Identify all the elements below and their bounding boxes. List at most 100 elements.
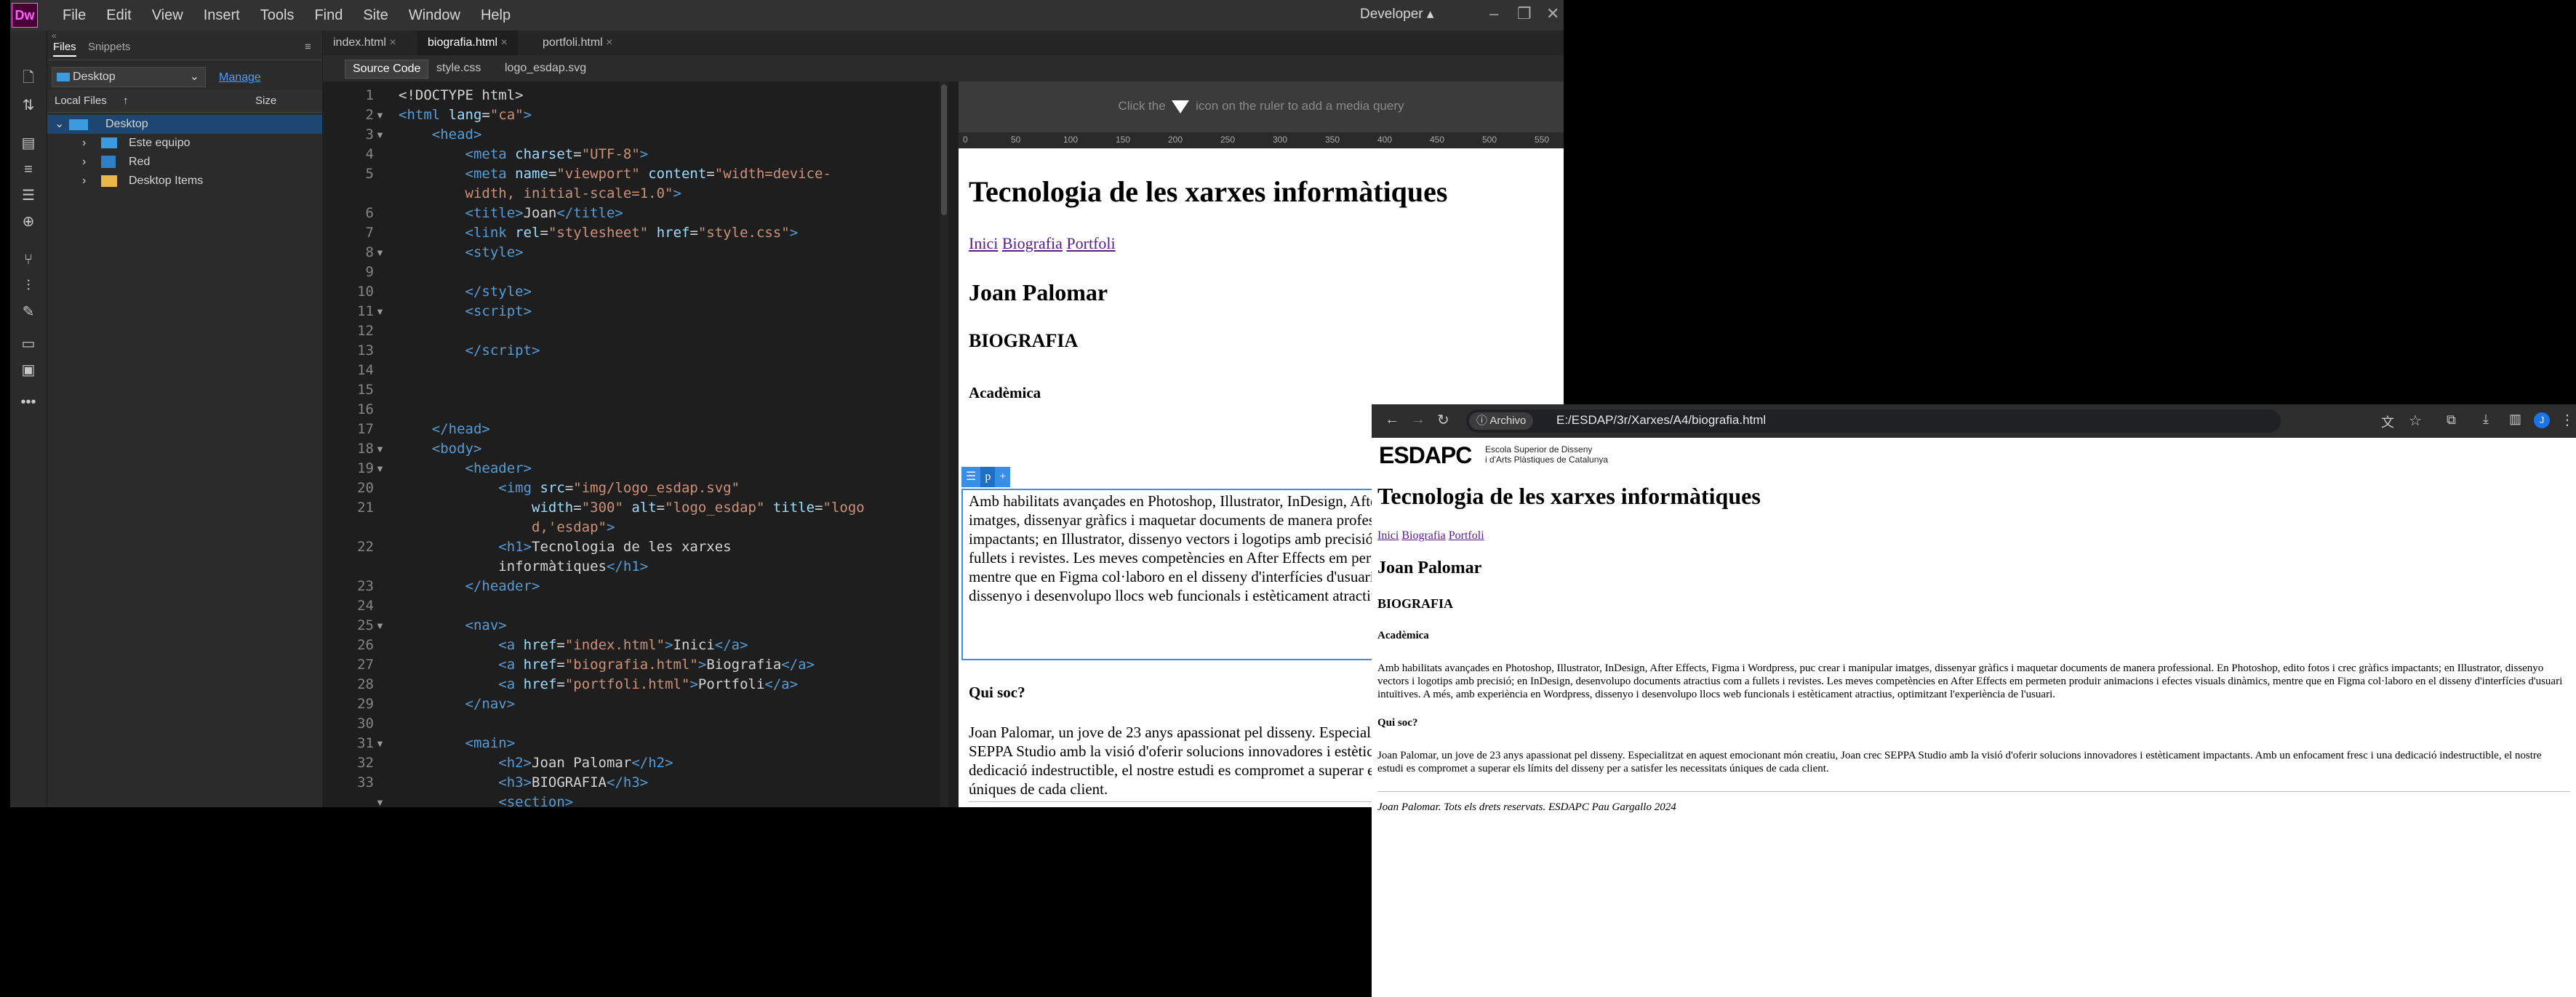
- tab-snippets[interactable]: Snippets: [88, 41, 130, 53]
- nav-link-inici[interactable]: Inici: [1377, 529, 1399, 542]
- fold-arrow-icon[interactable]: ▼: [375, 243, 388, 263]
- close-icon[interactable]: ✕: [1546, 4, 1559, 23]
- fold-arrow-icon[interactable]: ▼: [375, 734, 388, 753]
- hamburger-icon[interactable]: ☰: [961, 467, 981, 487]
- translate-icon[interactable]: 文: [2381, 412, 2394, 431]
- fold-arrow-icon[interactable]: ▼: [375, 302, 388, 321]
- download-icon[interactable]: ⤓: [2483, 412, 2489, 427]
- scrollbar-thumb[interactable]: [941, 84, 947, 215]
- fold-arrow-icon[interactable]: [375, 498, 388, 518]
- menu-site[interactable]: Site: [353, 7, 398, 24]
- code-collapse-icon[interactable]: ≡: [18, 161, 39, 177]
- close-tab-icon[interactable]: ×: [389, 36, 396, 49]
- expand-icon[interactable]: ›: [82, 153, 86, 172]
- more-menu-icon[interactable]: ⋮: [2560, 411, 2575, 429]
- size-header[interactable]: Size: [255, 90, 276, 112]
- url-text[interactable]: E:/ESDAP/3r/Xarxes/A4/biografia.html: [1556, 413, 1766, 428]
- nav-link-portfoli[interactable]: Portfoli: [1449, 529, 1484, 542]
- fold-arrow-icon[interactable]: [375, 537, 388, 557]
- tab-biografia-html[interactable]: biografia.html ×: [417, 31, 518, 55]
- fold-arrow-icon[interactable]: [375, 577, 388, 596]
- fold-arrow-icon[interactable]: ▼: [375, 616, 388, 636]
- sidebar-icon[interactable]: ▥: [2509, 412, 2521, 427]
- fold-arrow-icon[interactable]: [375, 361, 388, 380]
- fold-arrow-icon[interactable]: [375, 714, 388, 734]
- menu-edit[interactable]: Edit: [96, 7, 141, 24]
- menu-tools[interactable]: Tools: [250, 7, 305, 24]
- expand-icon[interactable]: ›: [82, 172, 86, 191]
- nav-link-biografia[interactable]: Biografia: [1002, 234, 1063, 252]
- fold-arrow-icon[interactable]: [375, 636, 388, 655]
- fold-arrow-icon[interactable]: [375, 773, 388, 793]
- fold-arrow-icon[interactable]: [375, 655, 388, 675]
- code-scrollbar[interactable]: [940, 81, 948, 807]
- tree-item-red[interactable]: › Red: [47, 153, 322, 172]
- target-icon[interactable]: ⊕: [18, 214, 39, 230]
- code-editor[interactable]: 1 2 3 4 5 6 7 8 9 10 11 12 13 14 15 16 17 18 19 20 21 22 23 24 2…: [323, 81, 948, 807]
- tab-files[interactable]: Files: [53, 41, 76, 57]
- fold-arrow-icon[interactable]: ▼: [375, 793, 388, 807]
- minimize-icon[interactable]: –: [1489, 4, 1498, 23]
- fold-arrow-icon[interactable]: [375, 223, 388, 243]
- menu-view[interactable]: View: [142, 7, 193, 24]
- fold-arrow-icon[interactable]: [375, 479, 388, 498]
- nav-link-biografia[interactable]: Biografia: [1401, 529, 1445, 542]
- extensions-icon[interactable]: ⧉: [2447, 412, 2456, 428]
- fold-arrow-icon[interactable]: [375, 675, 388, 694]
- add-icon[interactable]: +: [995, 467, 1011, 487]
- format-source-icon[interactable]: ☰: [18, 188, 39, 204]
- ruler[interactable]: 0 50 100 150 200 250 300 350 400 450 500…: [959, 132, 1564, 148]
- nav-link-inici[interactable]: Inici: [969, 234, 998, 252]
- local-files-header[interactable]: Local Files: [55, 90, 107, 112]
- location-select[interactable]: Desktop ⌄: [52, 67, 206, 87]
- back-icon[interactable]: ←: [1385, 412, 1399, 428]
- fold-arrow-icon[interactable]: [375, 204, 388, 223]
- menu-find[interactable]: Find: [304, 7, 353, 24]
- tree-item-desktop-items[interactable]: › Desktop Items: [47, 172, 322, 191]
- close-tab-icon[interactable]: ×: [501, 36, 508, 49]
- fold-arrow-icon[interactable]: ▼: [375, 125, 388, 145]
- fold-arrow-icon[interactable]: [375, 596, 388, 616]
- menu-file[interactable]: File: [52, 7, 96, 24]
- bookmark-star-icon[interactable]: ☆: [2409, 412, 2422, 430]
- menu-insert[interactable]: Insert: [193, 7, 250, 24]
- fold-arrow-icon[interactable]: ▼: [375, 439, 388, 459]
- file-transfer-icon[interactable]: ⇅: [18, 97, 39, 113]
- nav-link-portfoli[interactable]: Portfoli: [1066, 234, 1115, 252]
- panel-menu-icon[interactable]: ≡: [305, 41, 311, 53]
- fold-arrow-icon[interactable]: [375, 184, 388, 204]
- fold-arrow-icon[interactable]: [375, 282, 388, 302]
- logo-svg-tab[interactable]: logo_esdap.svg: [497, 60, 593, 77]
- source-code-tab[interactable]: Source Code: [345, 60, 429, 79]
- tab-index-html[interactable]: index.html ×: [323, 31, 407, 55]
- fold-arrow-icon[interactable]: [375, 753, 388, 773]
- fold-arrow-icon[interactable]: [375, 380, 388, 400]
- new-document-icon[interactable]: 🗋: [18, 70, 39, 86]
- address-bar[interactable]: ⓘ Archivo E:/ESDAP/3r/Xarxes/A4/biografi…: [1466, 409, 2281, 433]
- file-badge[interactable]: ⓘ Archivo: [1469, 412, 1534, 430]
- fold-arrow-icon[interactable]: [375, 518, 388, 537]
- menu-window[interactable]: Window: [399, 7, 471, 24]
- git-icon[interactable]: ⑂: [18, 252, 39, 268]
- fold-arrow-icon[interactable]: [375, 341, 388, 361]
- more-icon[interactable]: •••: [18, 394, 39, 410]
- menu-help[interactable]: Help: [471, 7, 521, 24]
- filter-icon[interactable]: ⫶: [18, 278, 39, 294]
- style-css-tab[interactable]: style.css: [429, 60, 488, 77]
- forward-icon[interactable]: →: [1411, 412, 1425, 428]
- workspace-switcher[interactable]: Developer ▴: [1360, 6, 1433, 23]
- media-query-bar[interactable]: Click the icon on the ruler to add a med…: [959, 81, 1564, 132]
- comment-icon[interactable]: ▭: [18, 336, 39, 352]
- tree-item-este-equipo[interactable]: › Este equipo: [47, 134, 322, 153]
- element-selector-tag[interactable]: ☰ p +: [961, 467, 1011, 487]
- fold-arrow-icon[interactable]: [375, 164, 388, 184]
- fold-arrow-icon[interactable]: [375, 400, 388, 420]
- live-view-icon[interactable]: ▤: [18, 135, 39, 151]
- fold-arrow-icon[interactable]: [375, 86, 388, 105]
- fold-arrow-icon[interactable]: [375, 263, 388, 282]
- close-tab-icon[interactable]: ×: [606, 36, 612, 49]
- reload-icon[interactable]: ↻: [1437, 411, 1449, 429]
- snippet-icon[interactable]: ▣: [18, 362, 39, 378]
- tab-portfoli-html[interactable]: portfoli.html ×: [532, 31, 623, 55]
- wand-icon[interactable]: ✎: [18, 304, 39, 320]
